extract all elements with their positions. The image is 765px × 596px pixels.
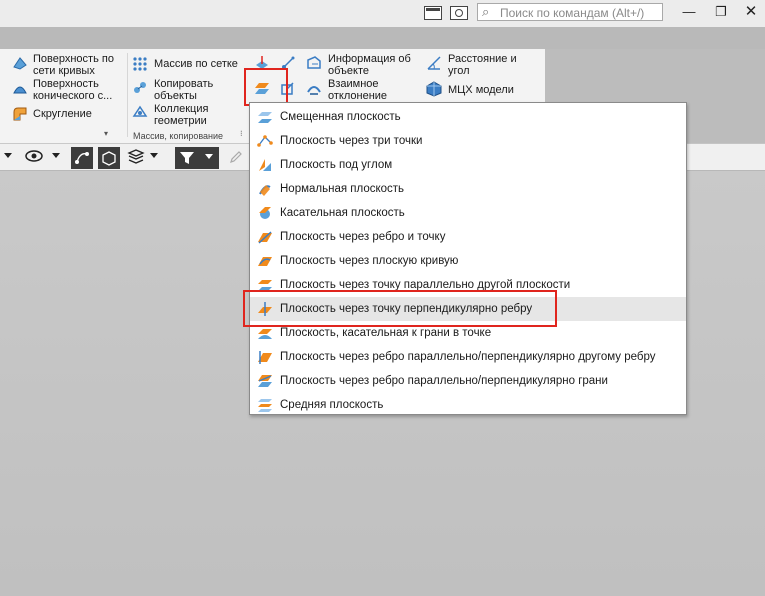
search-placeholder: Поиск по командам (Alt+/)	[500, 6, 645, 20]
menu-item-label: Касательная плоскость	[280, 207, 405, 219]
tangent-plane-icon	[259, 207, 271, 219]
copy-objects-button[interactable]: Копировать объекты	[154, 78, 213, 102]
menu-item-edge-edge-plane[interactable]: Плоскость через ребро параллельно/перпен…	[250, 345, 686, 369]
surface-mesh-icon	[13, 57, 27, 70]
flat-curve-plane-icon	[258, 257, 272, 266]
tab-strip	[0, 27, 765, 49]
grid-array-icon	[133, 57, 147, 71]
menu-item-edge-face-plane[interactable]: Плоскость через ребро параллельно/перпен…	[250, 369, 686, 393]
surface-by-curves-button[interactable]: Поверхность по сети кривых	[33, 53, 114, 77]
menu-item-label: Плоскость под углом	[280, 159, 393, 171]
menu-item-label: Плоскость через ребро параллельно/перпен…	[280, 375, 608, 387]
conic-surface-label-1: Поверхность	[33, 78, 99, 90]
offset-plane-icon	[258, 112, 272, 123]
edge-edge-plane-icon	[258, 351, 272, 364]
distance-angle-icon	[427, 56, 441, 70]
layers-dropdown-arrow[interactable]	[150, 153, 158, 158]
normal-plane-icon	[259, 185, 271, 196]
conic-surface-button[interactable]: Поверхность конического с...	[33, 78, 112, 102]
command-search-input[interactable]: ⌕ Поиск по командам (Alt+/)	[477, 3, 663, 21]
object-info-label-2: объекте	[328, 65, 370, 77]
geom-collection-label-1: Коллекция	[154, 103, 209, 115]
aux-plane-highlight	[244, 68, 288, 106]
three-point-plane-icon	[257, 135, 273, 147]
mutual-deviation-button[interactable]: Взаимное отклонение	[328, 78, 387, 102]
menu-item-label: Плоскость, касательная к грани в точке	[280, 327, 492, 339]
edge-point-plane-icon	[258, 231, 272, 244]
layers-icon[interactable]	[127, 148, 145, 166]
mutual-deviation-label-1: Взаимное	[328, 78, 379, 90]
mutual-deviation-icon	[307, 86, 321, 95]
mutual-deviation-label-2: отклонение	[328, 90, 388, 102]
title-bar: ⌕ Поиск по командам (Alt+/) — ❐ ✕	[0, 0, 765, 27]
geom-collection-label-2: геометрии	[154, 115, 207, 127]
menu-item-label: Средняя плоскость	[280, 399, 384, 411]
curve-filter-button[interactable]	[71, 147, 93, 169]
copy-objects-label-2: объекты	[154, 90, 197, 102]
eye-icon[interactable]	[24, 148, 44, 164]
menu-item-tangent-plane[interactable]: Касательная плоскость	[250, 201, 686, 225]
screenshot-icon[interactable]	[450, 6, 468, 20]
surface-curves-label-1: Поверхность по	[33, 53, 114, 65]
menu-item-normal-plane[interactable]: Нормальная плоскость	[250, 177, 686, 201]
menu-item-label: Нормальная плоскость	[280, 183, 405, 195]
close-button[interactable]: ✕	[738, 3, 764, 21]
angle-plane-icon	[259, 159, 271, 171]
grid-array-button[interactable]: Массив по сетке	[154, 58, 238, 70]
edge-face-plane-icon	[258, 375, 272, 387]
menu-item-middle-plane[interactable]: Средняя плоскость	[250, 393, 686, 417]
copy-objects-icon	[134, 82, 146, 93]
geometry-collection-button[interactable]: Коллекция геометрии	[154, 103, 208, 127]
group-expand-arrow[interactable]: ▾	[104, 129, 108, 138]
body-filter-icon	[102, 151, 116, 166]
maximize-button[interactable]: ❐	[708, 3, 734, 21]
perpendicular-plane-highlight	[243, 290, 557, 327]
copy-objects-label-1: Копировать	[154, 78, 214, 90]
mcx-model-icon	[426, 81, 442, 97]
filter-button[interactable]	[175, 147, 219, 169]
object-info-button[interactable]: Информация об объекте	[328, 53, 411, 77]
distance-angle-button[interactable]: Расстояние и угол	[448, 53, 517, 77]
filter-funnel-icon	[180, 152, 194, 164]
fillet-icon	[13, 107, 27, 121]
distance-angle-label-1: Расстояние и	[448, 53, 517, 65]
menu-item-label: Плоскость через три точки	[280, 135, 423, 147]
minimize-button[interactable]: —	[676, 3, 702, 21]
group-options-icon[interactable]: ⁝	[240, 129, 243, 138]
toolbar-dropdown-arrow[interactable]	[4, 153, 12, 158]
fillet-button[interactable]: Скругление	[33, 108, 92, 120]
pencil-icon[interactable]	[228, 149, 244, 165]
book-icon[interactable]	[424, 6, 442, 20]
tangent-face-plane-icon	[258, 329, 272, 339]
menu-item-offset-plane[interactable]: Смещенная плоскость	[250, 105, 686, 129]
search-icon: ⌕	[482, 4, 490, 19]
visibility-dropdown-arrow[interactable]	[52, 153, 60, 158]
filter-dropdown-arrow[interactable]	[205, 154, 213, 159]
conic-surface-icon	[13, 86, 27, 94]
middle-plane-icon	[258, 399, 272, 412]
menu-item-label: Плоскость через ребро параллельно/перпен…	[280, 351, 656, 363]
distance-angle-label-2: угол	[448, 65, 470, 77]
menu-item-label: Смещенная плоскость	[280, 111, 401, 123]
mcx-model-button[interactable]: МЦХ модели	[448, 84, 514, 96]
menu-item-three-point-plane[interactable]: Плоскость через три точки	[250, 129, 686, 153]
menu-item-label: Плоскость через ребро и точку	[280, 231, 446, 243]
curve-filter-icon	[75, 152, 89, 164]
aux-plane-dropdown-menu: Смещенная плоскость Плоскость через три …	[249, 102, 687, 415]
menu-item-edge-point-plane[interactable]: Плоскость через ребро и точку	[250, 225, 686, 249]
object-info-icon	[307, 56, 321, 69]
menu-item-angle-plane[interactable]: Плоскость под углом	[250, 153, 686, 177]
surface-curves-label-2: сети кривых	[33, 65, 95, 77]
ribbon-separator	[127, 53, 128, 137]
geometry-collection-icon	[132, 105, 148, 117]
menu-item-label: Плоскость через плоскую кривую	[280, 255, 459, 267]
conic-surface-label-2: конического с...	[33, 90, 113, 102]
body-filter-button[interactable]	[98, 147, 120, 169]
group-label-array-copy: Массив, копирование	[133, 131, 224, 141]
object-info-label-1: Информация об	[328, 53, 411, 65]
menu-item-flat-curve-plane[interactable]: Плоскость через плоскую кривую	[250, 249, 686, 273]
